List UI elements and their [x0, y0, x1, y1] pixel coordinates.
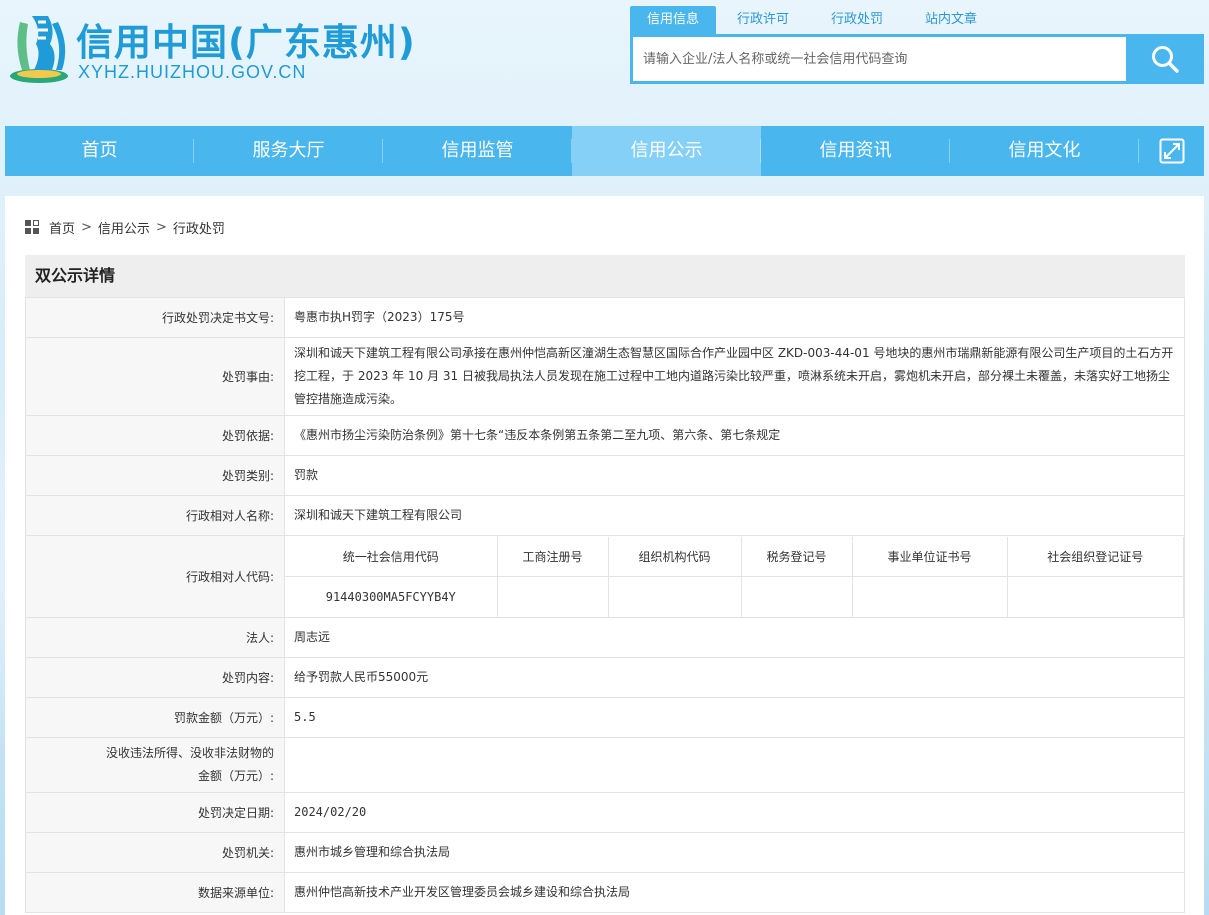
- source-value: 惠州仲恺高新技术产业开发区管理委员会城乡建设和综合执法局: [284, 872, 1185, 913]
- table-row: 行政相对人代码: 统一社会信用代码 工商注册号 组织机构代码 税务登记号 事业单…: [25, 535, 1185, 618]
- nav-item-credit-publicity[interactable]: 信用公示: [572, 126, 761, 176]
- legal-person-value: 周志远: [284, 617, 1185, 658]
- decision-no-value: 粤惠市执H罚字（2023）175号: [284, 297, 1185, 338]
- code-header-institution-cert: 事业单位证书号: [851, 536, 1008, 577]
- nav-item-credit-supervision[interactable]: 信用监管: [383, 126, 572, 176]
- table-row: 处罚内容: 给予罚款人民币55000元: [25, 657, 1185, 698]
- table-row: 处罚依据: 《惠州市扬尘污染防治条例》第十七条“违反本条例第五条第二至九项、第六…: [25, 415, 1185, 456]
- table-row: 处罚类别: 罚款: [25, 455, 1185, 496]
- content-label: 处罚内容:: [25, 657, 285, 698]
- code-value-usc: 91440300MA5FCYYB4Y: [285, 576, 498, 617]
- table-row: 法人: 周志远: [25, 617, 1185, 658]
- nav-expand-button[interactable]: [1139, 126, 1204, 176]
- search-tab-admin-license[interactable]: 行政许可: [716, 6, 810, 34]
- table-row: 数据来源单位: 惠州仲恺高新技术产业开发区管理委员会城乡建设和综合执法局: [25, 872, 1185, 913]
- search-input[interactable]: [633, 37, 1126, 81]
- search-box: [630, 34, 1204, 84]
- party-code-label: 行政相对人代码:: [25, 535, 285, 618]
- search-icon: [1152, 46, 1179, 73]
- code-header-business-reg: 工商注册号: [496, 536, 609, 577]
- breadcrumb-home[interactable]: 首页: [49, 218, 75, 237]
- amount-label: 罚款金额（万元）:: [25, 697, 285, 738]
- table-row: 没收违法所得、没收非法财物的 金额（万元）:: [25, 737, 1185, 793]
- table-row: 罚款金额（万元）: 5.5: [25, 697, 1185, 738]
- source-label: 数据来源单位:: [25, 872, 285, 913]
- breadcrumb-credit-publicity[interactable]: 信用公示: [98, 218, 150, 237]
- table-row: 行政相对人名称: 深圳和诚天下建筑工程有限公司: [25, 495, 1185, 536]
- code-header-social-org: 社会组织登记证号: [1006, 536, 1184, 577]
- confiscated-label: 没收违法所得、没收非法财物的 金额（万元）:: [25, 737, 285, 793]
- site-logo-icon[interactable]: [8, 10, 70, 86]
- main-nav: 首页 服务大厅 信用监管 信用公示 信用资讯 信用文化: [5, 126, 1204, 176]
- site-domain: XYHZ.HUIZHOU.GOV.CN: [78, 62, 307, 82]
- authority-label: 处罚机关:: [25, 832, 285, 873]
- code-value-business-reg: [496, 576, 609, 617]
- reason-value: 深圳和诚天下建筑工程有限公司承接在惠州仲恺高新区潼湖生态智慧区国际合作产业园中区…: [284, 337, 1185, 416]
- basis-value: 《惠州市扬尘污染防治条例》第十七条“违反本条例第五条第二至九项、第六条、第七条规…: [284, 415, 1185, 456]
- breadcrumb: 首页 > 信用公示 > 行政处罚: [25, 217, 225, 237]
- code-value-tax-reg: [740, 576, 853, 617]
- party-name-value: 深圳和诚天下建筑工程有限公司: [284, 495, 1185, 536]
- date-label: 处罚决定日期:: [25, 792, 285, 833]
- party-code-cell: 统一社会信用代码 工商注册号 组织机构代码 税务登记号 事业单位证书号 社会组织…: [284, 535, 1185, 618]
- authority-value: 惠州市城乡管理和综合执法局: [284, 832, 1185, 873]
- confiscated-value: [284, 737, 1185, 793]
- content-panel: 首页 > 信用公示 > 行政处罚 双公示详情 行政处罚决定书文号: 粤惠市执H罚…: [5, 196, 1204, 915]
- nav-item-credit-culture[interactable]: 信用文化: [950, 126, 1139, 176]
- detail-table: 行政处罚决定书文号: 粤惠市执H罚字（2023）175号 处罚事由: 深圳和诚天…: [25, 297, 1185, 913]
- breadcrumb-admin-penalty[interactable]: 行政处罚: [173, 218, 225, 237]
- category-label: 处罚类别:: [25, 455, 285, 496]
- party-name-label: 行政相对人名称:: [25, 495, 285, 536]
- table-row: 处罚决定日期: 2024/02/20: [25, 792, 1185, 833]
- code-value-org-code: [607, 576, 742, 617]
- expand-icon: [1159, 138, 1184, 164]
- nav-item-service-hall[interactable]: 服务大厅: [194, 126, 383, 176]
- nav-item-credit-news[interactable]: 信用资讯: [761, 126, 950, 176]
- code-header-tax-reg: 税务登记号: [740, 536, 853, 577]
- search-tab-admin-penalty[interactable]: 行政处罚: [810, 6, 904, 34]
- legal-person-label: 法人:: [25, 617, 285, 658]
- confiscated-label-line1: 没收违法所得、没收非法财物的: [105, 746, 274, 760]
- code-value-institution-cert: [851, 576, 1008, 617]
- breadcrumb-grid-icon: [25, 219, 40, 235]
- search-button[interactable]: [1126, 34, 1204, 84]
- table-row: 处罚事由: 深圳和诚天下建筑工程有限公司承接在惠州仲恺高新区潼湖生态智慧区国际合…: [25, 337, 1185, 416]
- decision-no-label: 行政处罚决定书文号:: [25, 297, 285, 338]
- nav-item-home[interactable]: 首页: [5, 126, 194, 176]
- basis-label: 处罚依据:: [25, 415, 285, 456]
- category-value: 罚款: [284, 455, 1185, 496]
- site-title[interactable]: 信用中国(广东惠州): [76, 12, 416, 66]
- search-tabs: 信用信息 行政许可 行政处罚 站内文章: [630, 6, 998, 34]
- code-header-org-code: 组织机构代码: [607, 536, 742, 577]
- table-row: 处罚机关: 惠州市城乡管理和综合执法局: [25, 832, 1185, 873]
- content-value: 给予罚款人民币55000元: [284, 657, 1185, 698]
- date-value: 2024/02/20: [284, 792, 1185, 833]
- amount-value: 5.5: [284, 697, 1185, 738]
- site-header: 信用中国(广东惠州) XYHZ.HUIZHOU.GOV.CN 信用信息 行政许可…: [0, 0, 1209, 120]
- code-value-social-org: [1006, 576, 1184, 617]
- search-tab-credit-info[interactable]: 信用信息: [630, 6, 717, 34]
- search-tab-site-articles[interactable]: 站内文章: [904, 6, 998, 34]
- code-header-usc: 统一社会信用代码: [285, 536, 498, 577]
- party-code-table: 统一社会信用代码 工商注册号 组织机构代码 税务登记号 事业单位证书号 社会组织…: [285, 536, 1184, 617]
- reason-label: 处罚事由:: [25, 337, 285, 416]
- section-title: 双公示详情: [25, 255, 1185, 297]
- confiscated-label-line2: 金额（万元）:: [197, 769, 274, 783]
- table-row: 行政处罚决定书文号: 粤惠市执H罚字（2023）175号: [25, 297, 1185, 338]
